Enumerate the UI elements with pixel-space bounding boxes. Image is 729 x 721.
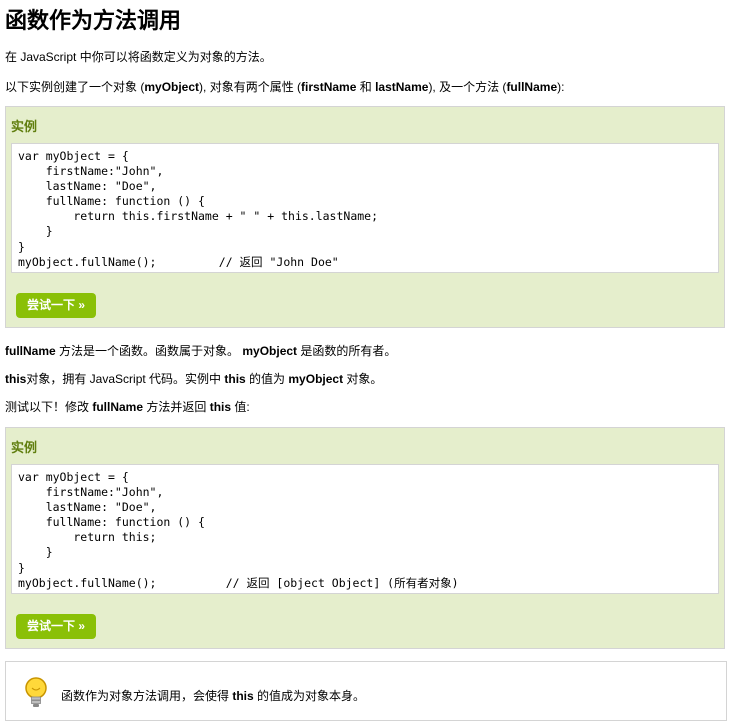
tip-box: 函数作为对象方法调用，会使得 this 的值成为对象本身。: [5, 661, 727, 721]
desc-text: ):: [557, 80, 565, 94]
note-bold: this: [224, 372, 246, 386]
desc-text: 和: [356, 80, 376, 94]
desc-bold: fullName: [506, 80, 558, 94]
desc-bold: firstName: [301, 80, 357, 94]
note-text-2: this对象，拥有 JavaScript 代码。实例中 this 的值为 myO…: [5, 371, 382, 387]
note-text: 对象。: [343, 372, 383, 386]
desc-text: ), 及一个方法 (: [428, 80, 507, 94]
note-text: 方法是一个函数。函数属于对象。: [55, 344, 243, 358]
desc-text: ), 对象有两个属性 (: [199, 80, 302, 94]
note-bold: this: [209, 400, 232, 414]
tip-text: 函数作为对象方法调用，会使得 this 的值成为对象本身。: [61, 688, 365, 704]
desc-bold: lastName: [375, 80, 429, 94]
note-text: 的值为: [245, 372, 289, 386]
intro-text: 在 JavaScript 中你可以将函数定义为对象的方法。: [5, 50, 272, 64]
note-bold: myObject: [242, 344, 298, 358]
note-text: 方法并返回: [143, 400, 210, 414]
note-text: 测试以下！修改: [5, 400, 93, 414]
desc-bold: myObject: [144, 80, 200, 94]
example-title: 实例: [11, 440, 38, 455]
content: 函数作为方法调用 在 JavaScript 中你可以将函数定义为对象的方法。 以…: [5, 0, 727, 721]
tip-plain: 函数作为对象方法调用，会使得: [61, 689, 233, 703]
note-bold: fullName: [92, 400, 144, 414]
desc-text: 以下实例创建了一个对象 (: [5, 80, 145, 94]
note-text: 值:: [231, 400, 250, 414]
note-text-1: fullName 方法是一个函数。函数属于对象。 myObject 是函数的所有…: [5, 343, 396, 359]
try-it-button[interactable]: 尝试一下 »: [16, 293, 96, 318]
note-bold: this: [5, 372, 27, 386]
note-bold: fullName: [5, 344, 56, 358]
example-box-1: 实例 var myObject = { firstName:"John", la…: [5, 106, 725, 328]
note-text-3: 测试以下！修改 fullName 方法并返回 this 值:: [5, 399, 250, 415]
example-box-2: 实例 var myObject = { firstName:"John", la…: [5, 427, 725, 649]
code-block[interactable]: var myObject = { firstName:"John", lastN…: [11, 464, 719, 594]
try-it-button[interactable]: 尝试一下 »: [16, 614, 96, 639]
description-text: 以下实例创建了一个对象 (myObject), 对象有两个属性 (firstNa…: [5, 79, 564, 95]
tip-bold: this: [232, 689, 254, 703]
tip-plain: 的值成为对象本身。: [253, 689, 366, 703]
note-bold: myObject: [288, 372, 344, 386]
note-text: 是函数的所有者。: [297, 344, 397, 358]
example-title: 实例: [11, 119, 38, 134]
lightbulb-icon: [25, 677, 47, 707]
page-title: 函数作为方法调用: [5, 9, 182, 34]
note-text: 对象，拥有 JavaScript 代码。实例中: [26, 372, 225, 386]
code-block[interactable]: var myObject = { firstName:"John", lastN…: [11, 143, 719, 273]
